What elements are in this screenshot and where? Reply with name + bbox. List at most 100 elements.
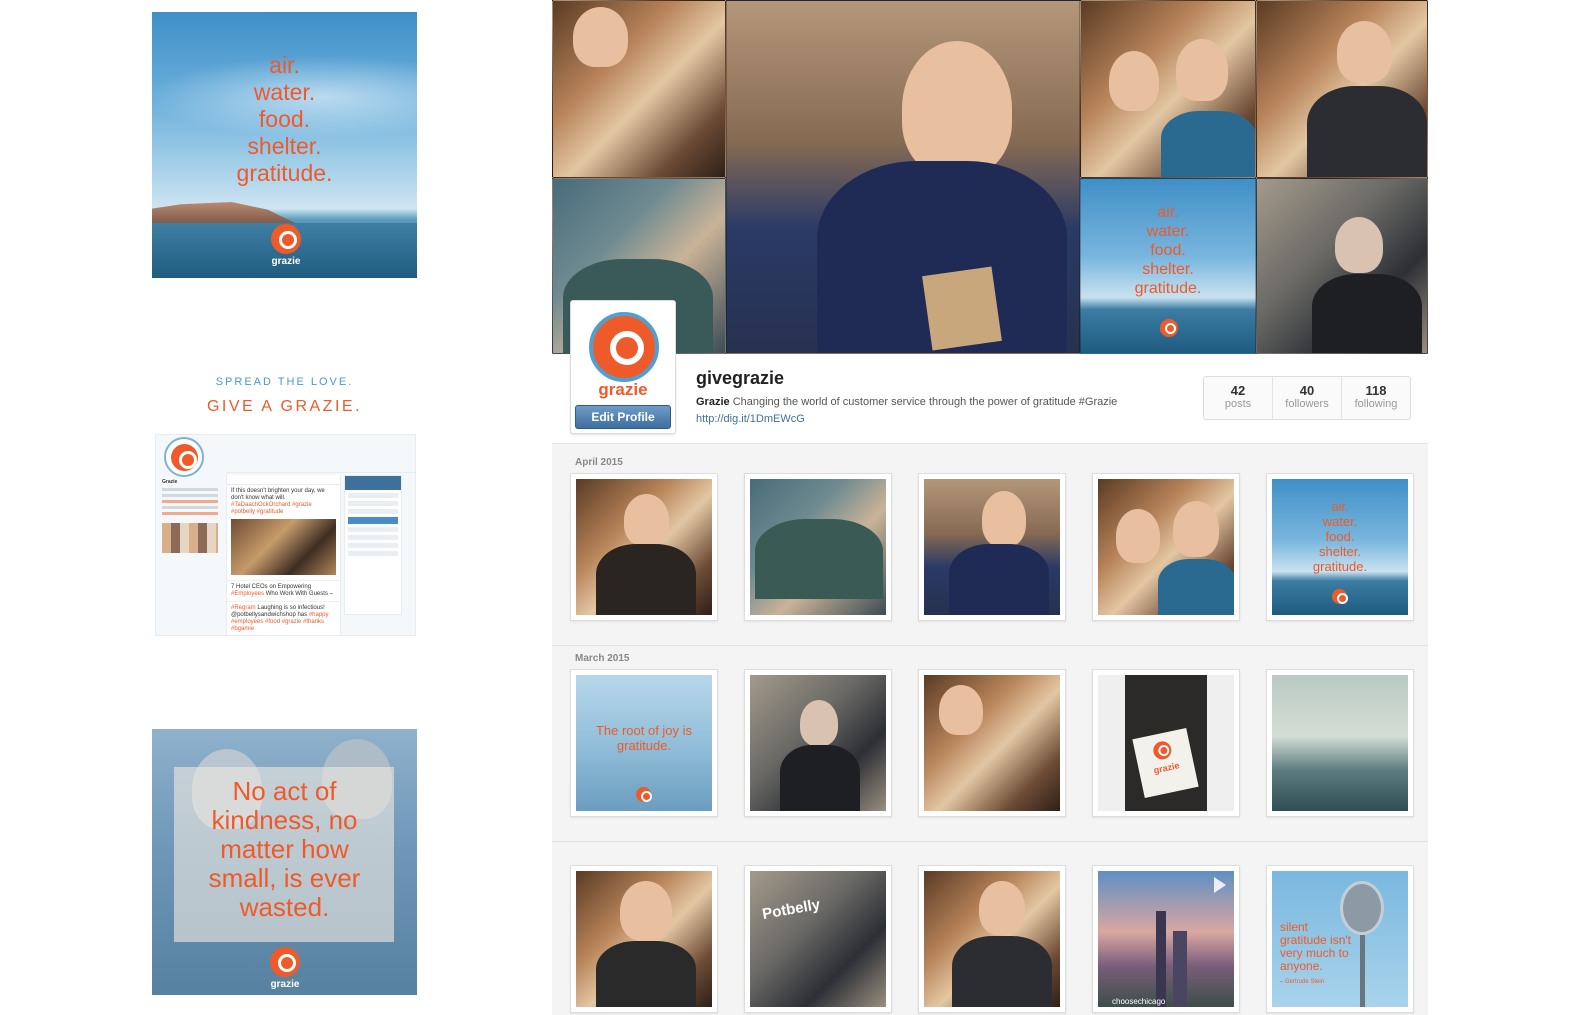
banner-poster-text: air. water. food. shelter. gratitude. [1081, 203, 1255, 298]
profile-banner-collage: air. water. food. shelter. gratitude. [552, 0, 1428, 354]
tweet: 7 Hotel CEOs on Empowering #Employees Wh… [227, 581, 340, 602]
video-play-icon [1214, 877, 1226, 893]
post-thumbnail[interactable]: air. water. food. shelter. gratitude. [1266, 473, 1414, 621]
person-image [800, 700, 838, 746]
post-thumbnail[interactable] [570, 473, 718, 621]
signup-field [348, 493, 398, 498]
tweet-hashtags: #TaDaachOckOrchard #grazie #potbelly #gr… [231, 502, 312, 515]
avatar-logo-word: grazie [598, 380, 648, 399]
coat-image [1312, 274, 1422, 353]
grazie-card-image: grazie [1132, 727, 1199, 799]
post-thumbnail[interactable] [918, 865, 1066, 1013]
post-thumbnail[interactable] [1266, 669, 1414, 817]
person-image [1109, 51, 1159, 111]
banner-poster-air: air. water. food. shelter. gratitude. [1080, 178, 1256, 354]
person-image [1337, 21, 1392, 83]
post-thumbnail[interactable] [1092, 473, 1240, 621]
post-image: silent gratitude isn't very much to anyo… [1272, 871, 1408, 1007]
card-word: grazie [1152, 760, 1181, 776]
post-image [750, 675, 886, 811]
person-image [573, 7, 628, 67]
post-thumbnail[interactable]: Potbelly [744, 865, 892, 1013]
post-thumbnail[interactable]: grazie [1092, 669, 1240, 817]
person-image [1176, 39, 1228, 101]
signup-field [348, 509, 398, 514]
tweet-photo [231, 519, 336, 575]
jacket-image [596, 544, 696, 615]
shirt-image [949, 544, 1049, 615]
post-image [576, 871, 712, 1007]
post-thumbnail[interactable] [918, 473, 1066, 621]
text-line [162, 494, 218, 497]
tweet-text: If this doesn't brighten your day, we do… [231, 488, 325, 501]
signup-field [348, 501, 398, 506]
stat-followers[interactable]: 40 followers [1273, 377, 1342, 419]
post-image: air. water. food. shelter. gratitude. [1272, 479, 1408, 615]
tweet-hashtags: #Regram [231, 605, 256, 611]
tweet-text: Who Work With Guests – [265, 591, 333, 597]
section-divider [552, 841, 1428, 842]
jacket-image [1307, 86, 1427, 177]
person-image [1173, 501, 1219, 557]
post-thumbnail[interactable]: The root of joy is gratitude. [570, 669, 718, 817]
profile-avatar-card: grazie Edit Profile [570, 300, 676, 434]
text-line [162, 488, 218, 491]
poster-line: air. [269, 52, 300, 78]
tweet-text: 7 Hotel CEOs on Empowering [231, 584, 312, 590]
poster-line: shelter. [1319, 544, 1361, 559]
tweet: If this doesn't brighten your day, we do… [227, 485, 340, 581]
post-image [576, 479, 712, 615]
city-handle: choosechicago [1112, 997, 1166, 1006]
poster-line: shelter. [247, 133, 322, 159]
trends-line [348, 551, 398, 556]
profile-website-link[interactable]: http://dig.it/1DmEWcG [696, 413, 805, 425]
kindness-quote: No act of kindness, no matter how small,… [208, 776, 361, 922]
post-image [1098, 479, 1234, 615]
skyscraper-image [1156, 911, 1166, 1007]
skyscraper-image [1173, 931, 1187, 1007]
person-image [982, 491, 1026, 547]
poster-line: water. [1322, 514, 1358, 529]
edit-profile-button[interactable]: Edit Profile [575, 405, 671, 429]
profile-stats: 42 posts 40 followers 118 following [1203, 376, 1411, 420]
post-thumbnail[interactable]: choosechicago [1092, 865, 1240, 1013]
instagram-profile: air. water. food. shelter. gratitude. gr… [552, 0, 1428, 1015]
person-image [624, 494, 669, 546]
post-image [924, 871, 1060, 1007]
poster-logo-word: grazie [270, 979, 300, 990]
post-thumbnail[interactable]: silent gratitude isn't very much to anyo… [1266, 865, 1414, 1013]
banner-photo [552, 0, 726, 178]
twitter-avatar [164, 437, 204, 477]
signup-button [348, 517, 398, 524]
stat-following[interactable]: 118 following [1342, 377, 1410, 419]
grazie-logo-icon [1160, 319, 1178, 337]
poster-air-lines: air. water. food. shelter. gratitude. [152, 52, 417, 187]
tweet: #Regram Laughing is so infectious! @potb… [227, 602, 340, 635]
mic-quote: silent gratitude isn't very much to anyo… [1280, 920, 1351, 973]
shirt-image [596, 941, 696, 1007]
profile-username: givegrazie [696, 368, 785, 388]
grazie-logo-icon [589, 312, 659, 382]
grazie-logo-icon [271, 224, 301, 254]
stat-posts[interactable]: 42 posts [1204, 377, 1273, 419]
post-thumbnail[interactable] [744, 669, 892, 817]
poster-air-water-food: air. water. food. shelter. gratitude. gr… [152, 12, 417, 278]
trends-line [348, 527, 398, 532]
post-thumbnail[interactable] [918, 669, 1066, 817]
grazie-logo-icon [1151, 739, 1173, 762]
twitter-signup-box [344, 475, 402, 615]
grazie-logo-icon [270, 947, 300, 977]
profile-display-name: Grazie [696, 396, 730, 408]
poster-line: water. [253, 79, 316, 105]
poster-line: air. [1157, 204, 1179, 221]
stat-value: 42 [1230, 383, 1246, 398]
trends-line [348, 535, 398, 540]
stat-label: following [1354, 398, 1398, 410]
post-thumbnail[interactable] [744, 473, 892, 621]
banner-photo [1080, 0, 1256, 178]
section-month-label: April 2015 [575, 457, 623, 468]
page: air. water. food. shelter. gratitude. gr… [0, 0, 1580, 1015]
person-image [939, 685, 983, 735]
twitter-profile-name: Grazie [162, 479, 178, 485]
post-thumbnail[interactable] [570, 865, 718, 1013]
